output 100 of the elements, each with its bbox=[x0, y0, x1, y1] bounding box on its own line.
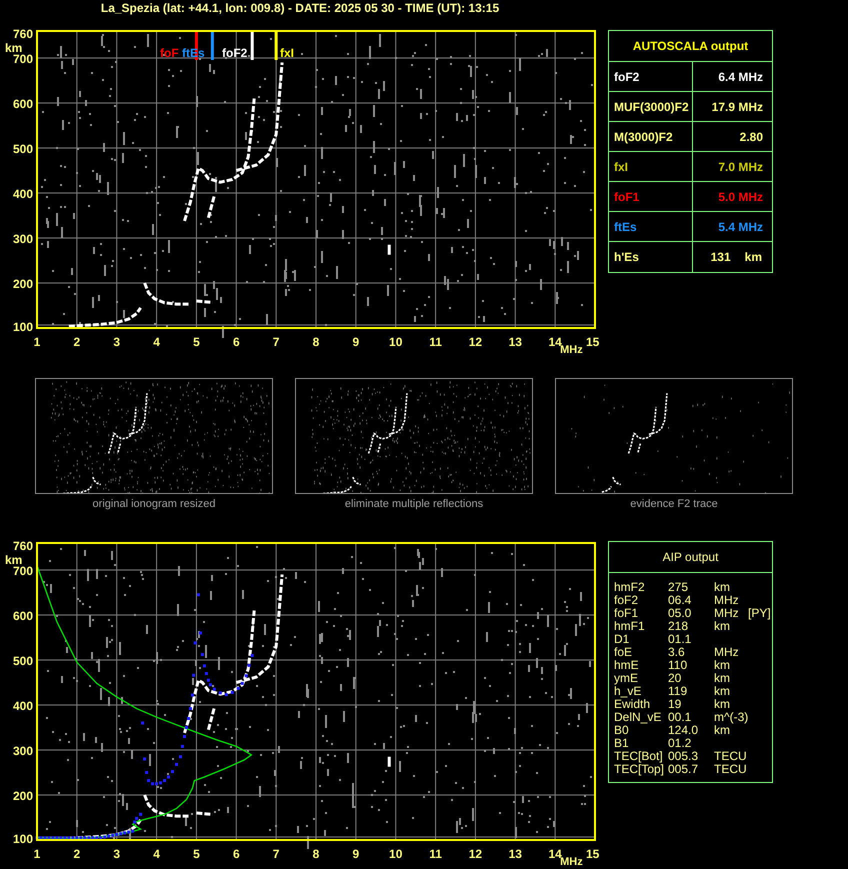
parameter-unit: km bbox=[714, 698, 731, 711]
parameter-name: hmF2 bbox=[614, 581, 646, 594]
parameter-name: M(3000)F2 bbox=[614, 128, 673, 146]
axis-tick-label: 10 bbox=[389, 335, 402, 349]
axis-tick-label: 600 bbox=[12, 97, 33, 111]
axis-tick-label: 8 bbox=[312, 335, 320, 349]
parameter-unit: km bbox=[714, 685, 731, 698]
parameter-value: 5.4 MHz bbox=[718, 218, 763, 236]
parameter-name: TEC[Bot] bbox=[614, 750, 664, 763]
axis-tick-label: 11 bbox=[429, 335, 442, 349]
axis-tick-label: 3 bbox=[113, 847, 120, 861]
parameter-value: 06.4 bbox=[668, 594, 692, 607]
quality-flag-label: [PY] bbox=[748, 607, 772, 620]
axis-tick-label: 760 bbox=[12, 539, 33, 553]
parameter-value: 2.80 bbox=[740, 128, 763, 146]
parameter-value: 005.7 bbox=[668, 763, 700, 776]
axis-tick-label: 15 bbox=[586, 335, 600, 349]
parameter-unit: TECU bbox=[714, 763, 748, 776]
axis-tick-label: 760 bbox=[12, 27, 33, 41]
axis-tick-label: 13 bbox=[508, 847, 522, 861]
parameter-unit: km bbox=[714, 672, 731, 685]
parameter-value: 5.0 MHz bbox=[718, 188, 763, 206]
axis-tick-label: 3 bbox=[113, 335, 120, 349]
parameter-value: 17.9 MHz bbox=[712, 98, 763, 116]
axis-tick-label: 1 bbox=[34, 335, 40, 349]
axis-unit-label: MHz bbox=[560, 856, 583, 868]
axis-tick-label: 8 bbox=[312, 847, 320, 861]
parameter-value: 124.0 bbox=[668, 724, 700, 737]
axis-tick-label: 500 bbox=[12, 142, 33, 156]
parameter-unit: km bbox=[714, 581, 731, 594]
table-title: AIP output bbox=[609, 542, 772, 573]
axis-tick-label: 200 bbox=[12, 277, 33, 291]
thumbnail-caption: evidence F2 trace bbox=[630, 497, 718, 511]
parameter-unit: km bbox=[714, 620, 731, 633]
axis-tick-label: 14 bbox=[548, 335, 562, 349]
parameter-name: DelN_vE bbox=[614, 711, 662, 724]
axis-tick-label: 5 bbox=[193, 335, 200, 349]
axis-unit-label: km bbox=[5, 41, 22, 55]
axis-unit-label: km bbox=[5, 553, 22, 567]
table-title: AUTOSCALA output bbox=[609, 31, 772, 62]
parameter-unit: MHz bbox=[714, 607, 740, 620]
axis-tick-label: 7 bbox=[272, 335, 280, 349]
parameter-value: 275 bbox=[668, 581, 690, 594]
axis-tick-label: 12 bbox=[468, 847, 482, 861]
parameter-name: D1 bbox=[614, 633, 630, 646]
parameter-name: foF1 bbox=[614, 188, 640, 206]
axis-tick-label: 500 bbox=[12, 654, 33, 668]
parameter-name: h'Es bbox=[614, 249, 639, 266]
parameter-name: fxI bbox=[614, 158, 628, 176]
axis-tick-label: 10 bbox=[389, 847, 402, 861]
marker-line bbox=[274, 31, 278, 60]
axis-tick-label: 4 bbox=[153, 847, 160, 861]
axis-tick-label: 6 bbox=[232, 847, 240, 861]
axis-tick-label: 100 bbox=[12, 832, 33, 846]
axis-tick-label: 200 bbox=[12, 789, 33, 803]
axis-tick-label: 5 bbox=[193, 847, 200, 861]
parameter-name: foF1 bbox=[614, 607, 640, 620]
parameter-value: 20 bbox=[668, 672, 682, 685]
axis-tick-label: 2 bbox=[74, 335, 80, 349]
axis-tick-label: 700 bbox=[12, 564, 33, 578]
axis-tick-label: 600 bbox=[12, 609, 33, 623]
parameter-unit: MHz bbox=[714, 646, 740, 659]
axis-tick-label: 9 bbox=[352, 847, 360, 861]
parameter-value: 3.6 bbox=[668, 646, 686, 659]
axis-tick-label: 15 bbox=[586, 847, 600, 861]
parameter-name: hmE bbox=[614, 659, 640, 672]
parameter-value: 01.2 bbox=[668, 737, 692, 750]
parameter-value: 01.1 bbox=[668, 633, 692, 646]
axis-tick-label: 9 bbox=[352, 335, 360, 349]
parameter-name: ymE bbox=[614, 672, 639, 685]
axis-tick-label: 4 bbox=[153, 335, 160, 349]
thumbnail-caption: eliminate multiple reflections bbox=[344, 497, 484, 511]
parameter-name: foF2 bbox=[614, 594, 640, 607]
parameter-name: foF2 bbox=[614, 68, 640, 86]
axis-tick-label: 1 bbox=[34, 847, 40, 861]
parameter-unit: MHz bbox=[714, 594, 740, 607]
parameter-name: Ewidth bbox=[614, 698, 652, 711]
axis-tick-label: 7 bbox=[272, 847, 280, 861]
parameter-name: B1 bbox=[614, 737, 630, 750]
parameter-value: 131 bbox=[710, 249, 731, 266]
axis-tick-label: 14 bbox=[548, 847, 562, 861]
parameter-value: 6.4 MHz bbox=[718, 68, 763, 86]
axis-tick-label: 6 bbox=[232, 335, 240, 349]
axis-tick-label: 400 bbox=[12, 699, 33, 713]
parameter-unit: km bbox=[714, 724, 730, 737]
thumbnail-caption: original ionogram resized bbox=[92, 497, 216, 511]
axis-tick-label: 11 bbox=[429, 847, 442, 861]
parameter-unit: km bbox=[714, 659, 731, 672]
parameter-value: 05.0 bbox=[668, 607, 692, 620]
parameter-name: h_vE bbox=[614, 685, 642, 698]
parameter-name: ftEs bbox=[614, 218, 637, 236]
parameter-name: foE bbox=[614, 646, 634, 659]
parameter-name: hmF1 bbox=[614, 620, 646, 633]
axis-unit-label: MHz bbox=[560, 344, 583, 356]
axis-tick-label: 100 bbox=[12, 320, 33, 334]
axis-tick-label: 12 bbox=[468, 335, 482, 349]
parameter-value: 005.3 bbox=[668, 750, 700, 763]
marker-line bbox=[250, 31, 254, 60]
axis-tick-label: 700 bbox=[12, 52, 33, 66]
parameter-value: 119 bbox=[668, 685, 688, 698]
